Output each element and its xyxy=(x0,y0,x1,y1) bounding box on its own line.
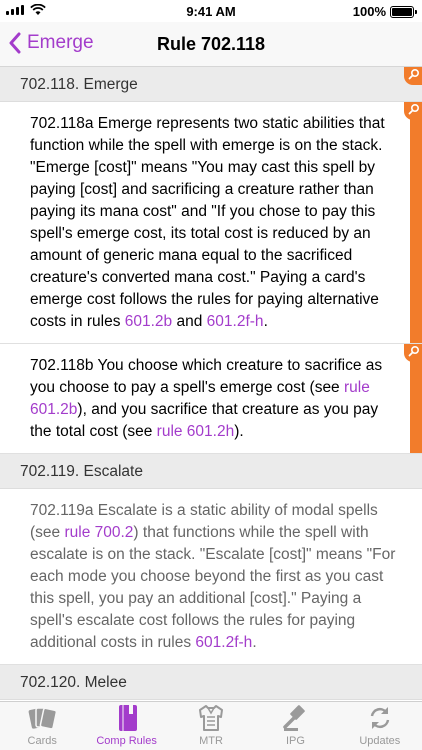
rule-link[interactable]: 601.2b xyxy=(125,313,172,330)
rule-item[interactable]: 702.118a Emerge represents two static ab… xyxy=(0,102,422,344)
rule-text: . xyxy=(263,313,268,330)
section-header-label: 702.118. Emerge xyxy=(20,76,138,93)
section-header: 702.119. Escalate xyxy=(0,454,422,489)
rule-link[interactable]: rule 601.2h xyxy=(157,423,235,440)
battery-percent: 100% xyxy=(352,4,386,19)
battery-icon xyxy=(390,5,417,18)
tab-updates[interactable]: Updates xyxy=(338,702,422,750)
tab-bar: Cards Comp Rules MTR IPG Updates xyxy=(0,701,422,750)
navigation-bar: Emerge Rule 702.118 xyxy=(0,22,422,67)
rule-link[interactable]: 601.2f-h xyxy=(195,634,252,651)
cards-icon xyxy=(27,703,58,733)
rules-list[interactable]: 702.118. Emerge 702.118a Emerge represent… xyxy=(0,67,422,701)
tab-label: MTR xyxy=(199,735,223,747)
rule-text: and xyxy=(172,313,207,330)
rule-text: . xyxy=(252,634,257,651)
section-header: 702.120. Melee xyxy=(0,665,422,700)
tab-label: Comp Rules xyxy=(96,735,157,747)
rule-text: ) that functions while the spell with es… xyxy=(30,524,396,651)
section-header: 702.118. Emerge xyxy=(0,67,422,102)
refresh-icon xyxy=(365,703,395,733)
search-match-icon xyxy=(404,102,422,120)
book-icon xyxy=(112,703,142,733)
rule-link[interactable]: rule 700.2 xyxy=(64,524,133,541)
rule-link[interactable]: 601.2f-h xyxy=(207,313,264,330)
shirt-icon xyxy=(196,703,226,733)
section-header-label: 702.120. Melee xyxy=(20,674,127,691)
page-title: Rule 702.118 xyxy=(156,34,266,54)
tab-cards[interactable]: Cards xyxy=(0,702,84,750)
rule-text: 702.118a Emerge represents two static ab… xyxy=(30,115,385,330)
search-match-icon xyxy=(404,344,422,362)
search-highlight-bar xyxy=(410,102,422,343)
tab-comp-rules[interactable]: Comp Rules xyxy=(84,702,168,750)
tab-label: IPG xyxy=(285,735,305,747)
rule-item[interactable]: 702.119a Escalate is a static ability of… xyxy=(0,489,422,665)
status-right: 100% xyxy=(352,4,417,19)
rule-item[interactable]: 702.118b You choose which creature to sa… xyxy=(0,344,422,454)
rule-text: 702.118b You choose which creature to sa… xyxy=(30,357,383,396)
section-header-label: 702.119. Escalate xyxy=(20,463,143,480)
rule-text: ). xyxy=(234,423,244,440)
tab-mtr[interactable]: MTR xyxy=(169,702,253,750)
tab-ipg[interactable]: IPG xyxy=(253,702,337,750)
tab-label: Updates xyxy=(359,735,401,747)
gavel-icon xyxy=(280,703,310,733)
status-bar: 9:41 AM 100% xyxy=(0,0,422,22)
tab-label: Cards xyxy=(27,735,57,747)
search-match-icon xyxy=(404,67,422,85)
